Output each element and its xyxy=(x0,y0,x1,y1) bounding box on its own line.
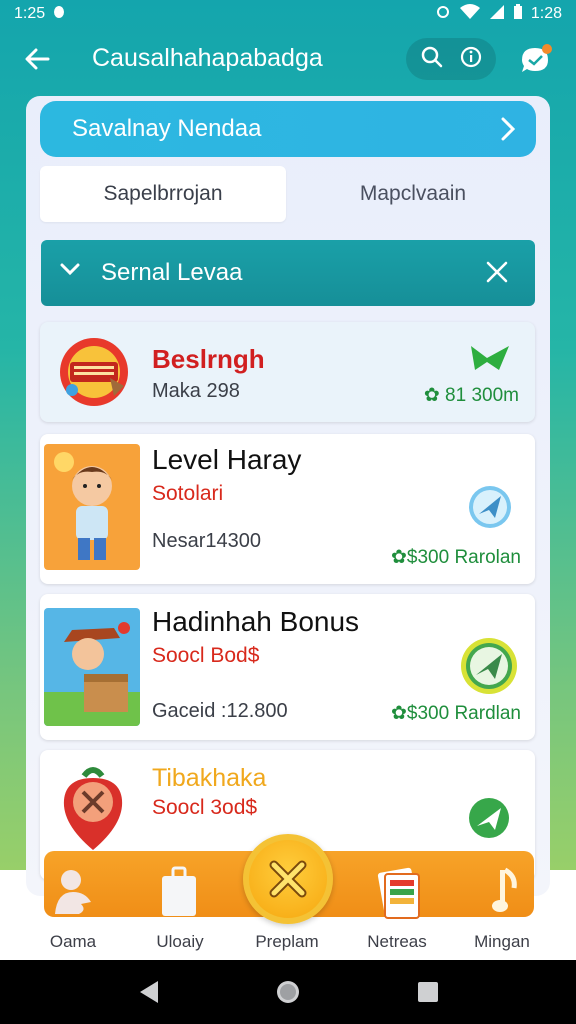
green-send-icon[interactable] xyxy=(469,342,513,374)
promo-banner[interactable]: Savalnay Nendaa xyxy=(40,101,536,157)
system-home-icon[interactable] xyxy=(274,978,302,1006)
system-navigation-bar xyxy=(0,960,576,1024)
list-item[interactable]: Beslrngh Maka 298 ✿ 81 300m xyxy=(40,322,535,422)
item-meta: Gaceid :12.800 xyxy=(152,700,288,722)
bag-icon xyxy=(162,866,196,916)
nav-item-oama[interactable] xyxy=(30,866,120,921)
item-meta: Maka 298 xyxy=(152,380,240,402)
card-stack-icon xyxy=(377,867,420,919)
arrow-left-icon xyxy=(25,48,50,70)
item-price: ✿$300 Rardlan xyxy=(390,703,521,724)
banner-label: Savalnay Nendaa xyxy=(72,115,262,142)
nav-item-netreas[interactable] xyxy=(354,866,444,925)
item-subtitle: Sotolari xyxy=(152,482,224,505)
status-right: 1:28 xyxy=(435,3,562,25)
nav-label-mingan: Mingan xyxy=(474,932,530,951)
battery-icon xyxy=(513,3,523,25)
nav-item-uloaiy[interactable] xyxy=(134,866,224,923)
badge-emblem-icon xyxy=(54,334,134,410)
search-button[interactable] xyxy=(420,45,444,74)
item-price: ✿$300 Rarolan xyxy=(390,547,521,568)
chat-bubble-icon xyxy=(522,44,552,72)
send-circle-icon[interactable] xyxy=(467,484,513,530)
list-item[interactable]: Hadinhah Bonus Soocl Bod$ Gaceid :12.800… xyxy=(40,594,535,740)
send-circle-icon[interactable] xyxy=(459,636,519,696)
info-icon xyxy=(460,46,481,67)
section-label: Sernal Levaa xyxy=(101,259,243,286)
info-button[interactable] xyxy=(459,45,483,74)
chevron-right-icon xyxy=(501,117,516,141)
item-title: Tibakhaka xyxy=(152,764,267,792)
status-time: 1:25 xyxy=(14,5,46,22)
action-pill xyxy=(406,38,496,80)
system-back-icon[interactable] xyxy=(136,978,162,1006)
nav-item-mingan[interactable] xyxy=(460,866,550,919)
send-circle-icon[interactable] xyxy=(467,796,511,840)
coin-icon: ✿ xyxy=(390,547,407,568)
app-bar: Causalhahapabadga xyxy=(0,30,576,88)
center-action-button[interactable] xyxy=(243,834,333,924)
wifi-icon xyxy=(459,3,481,25)
back-button[interactable] xyxy=(20,42,54,76)
sync-icon xyxy=(435,4,451,25)
user-silhouette-icon xyxy=(55,870,91,914)
chat-button[interactable] xyxy=(518,42,554,78)
item-subtitle: Soocl 3od$ xyxy=(152,796,258,819)
status-clock-right: 1:28 xyxy=(530,5,562,22)
character-thumbnail xyxy=(44,444,140,570)
item-subtitle: Soocl Bod$ xyxy=(152,644,260,667)
nav-label-preplam: Preplam xyxy=(255,932,319,951)
item-price: ✿ 81 300m xyxy=(423,385,519,406)
item-title: Level Haray xyxy=(152,444,302,475)
search-icon xyxy=(421,46,442,67)
nav-label-uloaiy: Uloaiy xyxy=(156,932,204,951)
chevron-down-icon xyxy=(60,263,80,276)
list-item[interactable]: Level Haray Sotolari Nesar14300 ✿$300 Ra… xyxy=(40,434,535,584)
nav-label-oama: Oama xyxy=(49,932,97,951)
coin-icon: ✿ xyxy=(423,385,446,406)
section-header[interactable]: Sernal Levaa xyxy=(41,240,535,306)
signal-icon xyxy=(489,4,505,25)
tab-bar: Sapelbrrojan Mapclvaain xyxy=(40,166,536,222)
coin-icon: ✿ xyxy=(390,703,407,724)
item-title: Hadinhah Bonus xyxy=(152,606,360,637)
status-bar: 1:25 1:28 xyxy=(0,0,576,28)
nav-label-netreas: Netreas xyxy=(367,932,427,951)
character-box-thumbnail xyxy=(44,608,140,726)
fruit-badge-icon xyxy=(54,762,132,852)
close-icon[interactable] xyxy=(485,260,509,284)
tab-sapelbrrojan[interactable]: Sapelbrrojan xyxy=(40,166,286,222)
close-x-icon xyxy=(269,860,307,898)
system-recents-icon[interactable] xyxy=(416,978,440,1006)
music-note-icon xyxy=(492,867,517,912)
item-title: Beslrngh xyxy=(152,344,265,374)
notification-icon xyxy=(53,5,65,24)
tab-mapclvaain[interactable]: Mapclvaain xyxy=(290,166,536,222)
app-title: Causalhahapabadga xyxy=(92,44,323,72)
item-meta: Nesar14300 xyxy=(152,530,261,552)
